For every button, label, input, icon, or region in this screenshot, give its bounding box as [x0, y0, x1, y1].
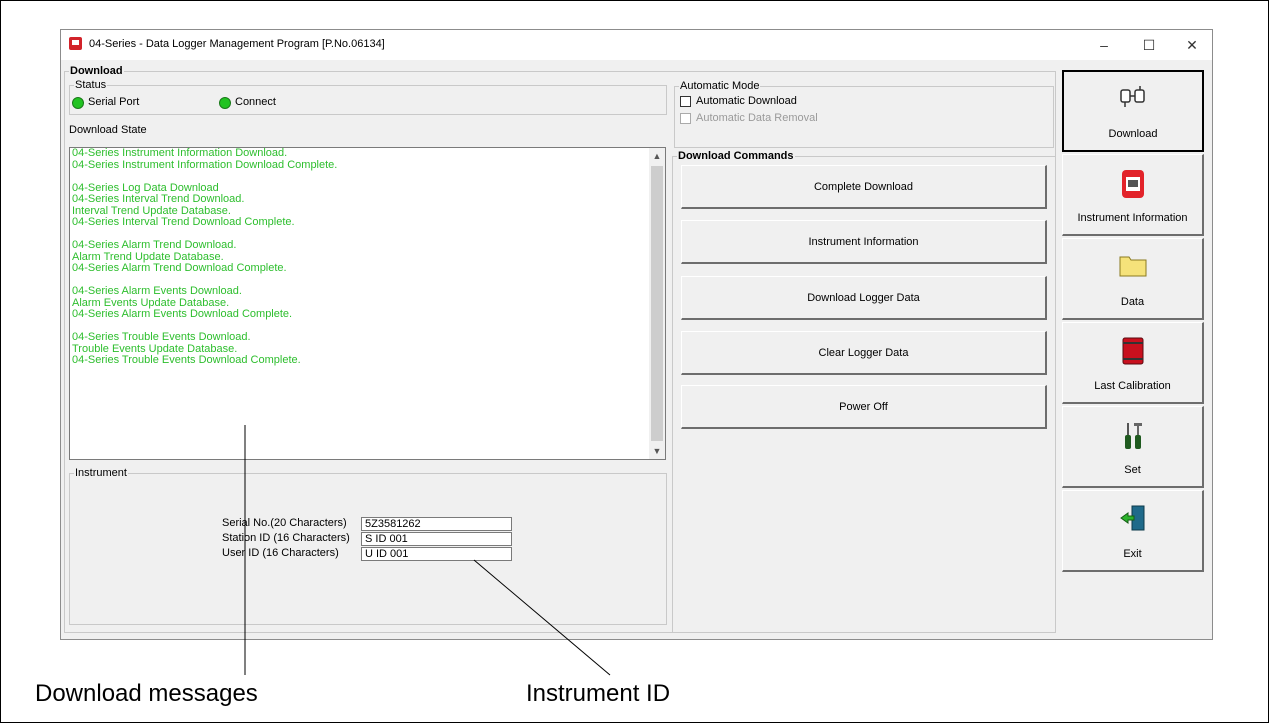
callout-lines [244, 425, 611, 676]
instrument-id-leader-line [473, 559, 611, 676]
download-messages-callout: Download messages [35, 680, 258, 707]
instrument-id-callout: Instrument ID [526, 680, 671, 707]
